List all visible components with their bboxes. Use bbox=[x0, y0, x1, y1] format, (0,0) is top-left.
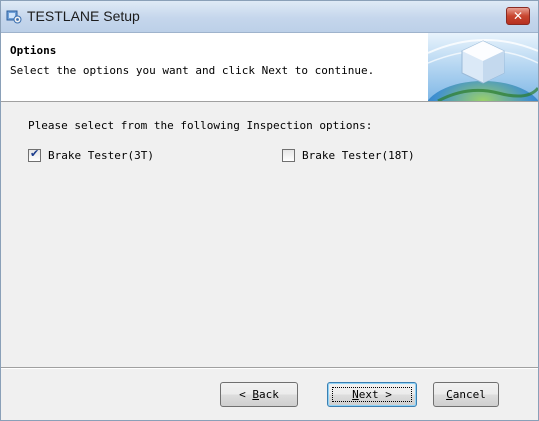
title-bar[interactable]: TESTLANE Setup ✕ bbox=[1, 1, 538, 33]
option-label: Brake Tester(18T) bbox=[302, 149, 415, 162]
wizard-header: Options Select the options you want and … bbox=[1, 33, 538, 102]
close-button[interactable]: ✕ bbox=[506, 7, 530, 25]
back-button[interactable]: < Back bbox=[220, 382, 298, 407]
option-label: Brake Tester(3T) bbox=[48, 149, 154, 162]
checkbox-brake-tester-18t[interactable] bbox=[282, 149, 295, 162]
cancel-button[interactable]: Cancel bbox=[433, 382, 499, 407]
setup-banner-image bbox=[428, 33, 538, 101]
next-button[interactable]: Next > bbox=[327, 382, 417, 407]
options-panel: Please select from the following Inspect… bbox=[1, 102, 538, 367]
window-title: TESTLANE Setup bbox=[27, 8, 140, 24]
page-title: Options bbox=[10, 44, 57, 57]
setup-window: TESTLANE Setup ✕ Options Select the opti… bbox=[0, 0, 539, 421]
instruction-text: Please select from the following Inspect… bbox=[28, 119, 373, 132]
checkbox-brake-tester-3t[interactable] bbox=[28, 147, 41, 162]
footer-divider bbox=[1, 367, 538, 369]
close-icon: ✕ bbox=[512, 9, 524, 23]
installer-icon bbox=[6, 10, 22, 24]
page-subtitle: Select the options you want and click Ne… bbox=[10, 64, 375, 77]
